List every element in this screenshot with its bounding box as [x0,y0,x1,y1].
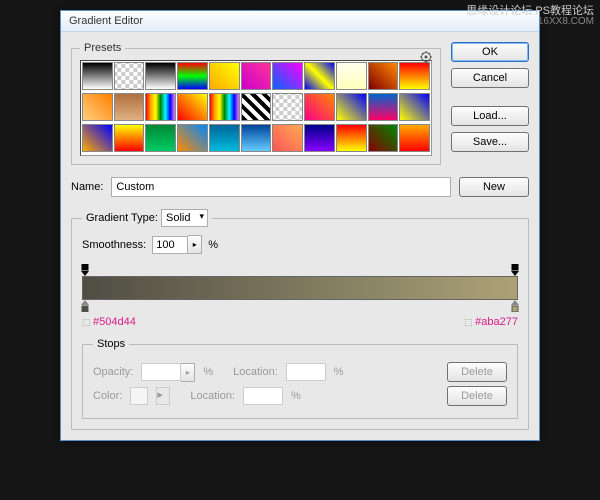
ok-button[interactable]: OK [451,42,529,62]
preset-swatch[interactable] [114,124,145,152]
presets-legend: Presets [80,42,125,54]
preset-swatch[interactable] [399,62,430,90]
preset-swatch[interactable] [336,93,367,121]
delete-color-stop-button: Delete [447,386,507,406]
preset-swatch[interactable] [114,62,145,90]
color-spinner: ▸ [156,387,170,405]
smoothness-label: Smoothness: [82,239,146,251]
preset-swatch[interactable] [304,93,335,121]
stops-fieldset: Stops Opacity: ▸ % Location: % Delete Co… [82,338,518,419]
preset-swatch[interactable] [177,62,208,90]
preset-swatch[interactable] [177,124,208,152]
preset-swatch[interactable] [272,93,303,121]
preset-swatch[interactable] [304,124,335,152]
percent-label: % [208,239,218,251]
color-stop-right[interactable] [510,300,520,312]
preset-swatch[interactable] [209,62,240,90]
gradient-bar[interactable] [82,276,518,300]
hex-right-label: #aba277 [464,316,518,328]
preset-swatch[interactable] [114,93,145,121]
preset-swatch[interactable] [368,93,399,121]
preset-swatch[interactable] [145,124,176,152]
preset-swatch[interactable] [209,124,240,152]
opacity-input [141,363,181,381]
presets-grid[interactable] [80,60,432,156]
name-input[interactable] [111,177,451,197]
presets-menu-icon[interactable] [420,51,432,66]
opacity-stop-left[interactable] [80,264,90,276]
cancel-button[interactable]: Cancel [451,68,529,88]
load-button[interactable]: Load... [451,106,529,126]
gradient-editor-window: Gradient Editor Presets OK Cancel Load..… [60,10,540,441]
color-swatch [130,387,148,405]
preset-swatch[interactable] [177,93,208,121]
preset-swatch[interactable] [241,62,272,90]
preset-swatch[interactable] [241,93,272,121]
color-label: Color: [93,390,122,402]
preset-swatch[interactable] [336,124,367,152]
preset-swatch[interactable] [145,62,176,90]
preset-swatch[interactable] [336,62,367,90]
gradient-type-select[interactable]: Solid [161,209,208,227]
preset-swatch[interactable] [272,62,303,90]
smoothness-spinner[interactable]: ▸ [188,235,202,254]
preset-swatch[interactable] [272,124,303,152]
preset-swatch[interactable] [368,62,399,90]
opacity-label: Opacity: [93,366,133,378]
preset-swatch[interactable] [82,93,113,121]
preset-swatch[interactable] [209,93,240,121]
opacity-stop-right[interactable] [510,264,520,276]
delete-opacity-stop-button: Delete [447,362,507,382]
preset-swatch[interactable] [399,93,430,121]
preset-swatch[interactable] [304,62,335,90]
preset-swatch[interactable] [241,124,272,152]
presets-fieldset: Presets [71,42,441,165]
preset-swatch[interactable] [82,62,113,90]
watermark-text: 思缘设计论坛 PS教程论坛 [466,2,594,18]
location-label-2: Location: [190,390,235,402]
gradient-type-label: Gradient Type: [86,212,158,224]
preset-swatch[interactable] [82,124,113,152]
opacity-location-input [286,363,326,381]
location-label-1: Location: [233,366,278,378]
name-label: Name: [71,181,103,193]
save-button[interactable]: Save... [451,132,529,152]
gradient-type-fieldset: Gradient Type: Solid Smoothness: ▸ % [71,209,529,430]
preset-swatch[interactable] [145,93,176,121]
new-button[interactable]: New [459,177,529,197]
smoothness-input[interactable] [152,236,188,254]
color-stop-left[interactable] [80,300,90,312]
stops-legend: Stops [93,338,129,350]
preset-swatch[interactable] [368,124,399,152]
color-location-input [243,387,283,405]
hex-left-label: #504d44 [82,316,136,328]
preset-swatch[interactable] [399,124,430,152]
opacity-spinner: ▸ [181,363,195,382]
